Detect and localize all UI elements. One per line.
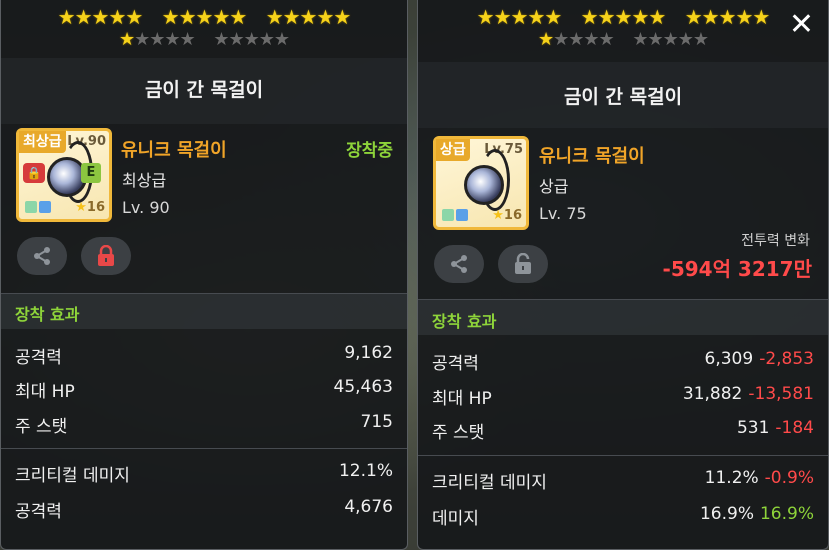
stat-value-group: 531 -184 [737,418,814,438]
stat-name: 공격력 [15,502,62,522]
stat-name: 크리티컬 데미지 [15,466,130,486]
stat-name: 최대 HP [15,382,75,402]
stat-diff: -2,853 [759,349,814,369]
item-type: 유니크 목걸이 [539,146,645,167]
star-icon: ★ [75,200,87,215]
lock-icon [98,245,114,266]
lock-button[interactable] [81,237,131,275]
combat-power-change-label: 전투력 변화 [741,233,810,249]
stat-value-group: 31,882 -13,581 [683,384,814,404]
equipped-e-badge: E [81,163,101,183]
equipped-item-tooltip: ★★★★★ ★★★★★ ★★★★★ ★★★★★ ★★★★★ 금이 간 목걸이 최… [0,0,408,550]
stat-diff: -0.9% [764,468,814,488]
stat-name: 공격력 [15,348,62,368]
unlock-icon [515,253,531,274]
close-button[interactable]: ✕ [789,10,814,40]
stat-diff: -184 [775,418,814,438]
star-group-4: ★★★★★ [537,29,615,50]
stat-value-group: 16.9% 16.9% [700,504,814,524]
star-group-2: ★★★★★ [580,5,667,29]
share-icon [451,255,467,273]
starforce-stars-row-1: ★★★★★ ★★★★★ ★★★★★ [1,7,407,27]
star-group-2: ★★★★★ [161,5,248,29]
item-level: Lv. 90 [122,198,170,217]
necklace-pendant-art [464,165,504,205]
stat-row: 크리티컬 데미지 12.1% [15,461,393,487]
item-grade: 상급 [539,177,569,196]
item-grade: 최상급 [122,171,167,190]
starforce-stars-row-2: ★★★★★ ★★★★★ [1,31,407,49]
star-group-5: ★★★★★ [632,29,709,50]
section-equip-effect: 장착 효과 [432,312,497,331]
star-group-1: ★★★★★ [476,5,563,29]
item-icon: 상급 Lv.75 ★16 [433,136,529,230]
star-group-4: ★★★★★ [118,29,196,50]
stat-row: 공격력 4,676 [15,497,393,523]
stat-row: 공격력 6,309 -2,853 [432,349,814,375]
potential-gem-icon [442,209,454,221]
grade-tag: 상급 [436,139,470,161]
stat-value: 45,463 [333,377,393,397]
stat-value: 11.2% [704,468,759,488]
stat-name: 최대 HP [432,389,492,409]
divider [418,455,828,456]
star-group-1: ★★★★★ [57,5,144,29]
locked-icon: 🔒 [23,163,45,183]
stat-value: 12.1% [338,461,393,481]
stat-value: 9,162 [344,343,393,363]
stat-row: 최대 HP 45,463 [15,377,393,403]
stat-name: 주 스탯 [432,423,485,443]
stat-value: 6,309 [704,349,754,369]
starforce-badge: ★16 [75,200,105,215]
stat-value-group: 11.2% -0.9% [705,468,814,488]
stat-diff: -13,581 [748,384,814,404]
share-button[interactable] [17,237,67,275]
section-equip-effect: 장착 효과 [15,305,80,324]
item-type: 유니크 목걸이 [121,140,227,161]
stat-value-group: 6,309 -2,853 [705,349,814,369]
star-group-5: ★★★★★ [213,29,290,50]
item-name-title: 금이 간 목걸이 [563,86,683,108]
item-level: Lv. 75 [539,204,587,223]
item-name-title: 금이 간 목걸이 [144,79,264,101]
grade-tag: 최상급 [19,131,66,153]
star-icon: ★ [492,208,504,223]
item-icon: 최상급 Lv.90 🔒 E ★16 [16,128,112,222]
stat-row: 최대 HP 31,882 -13,581 [432,384,814,410]
stat-value: 715 [360,412,393,432]
additional-gem-icon [39,201,51,213]
starforce-stars-row-2: ★★★★★ ★★★★★ [418,31,828,49]
stat-row: 데미지 16.9% 16.9% [432,504,814,530]
additional-gem-icon [456,209,468,221]
potential-gem-icon [25,201,37,213]
stat-diff: 16.9% [759,504,814,524]
share-button[interactable] [434,245,484,283]
divider [1,448,407,449]
share-icon [34,247,50,265]
stat-value: 31,882 [682,384,743,404]
stat-row: 공격력 9,162 [15,343,393,369]
starforce-badge: ★16 [492,208,522,223]
stat-name: 데미지 [432,509,479,529]
stat-row: 주 스탯 531 -184 [432,418,814,444]
unlock-button[interactable] [498,245,548,283]
star-group-3: ★★★★★ [265,5,352,29]
equipped-status: 장착중 [346,141,393,161]
stat-name: 주 스탯 [15,417,68,437]
stat-row: 크리티컬 데미지 11.2% -0.9% [432,468,814,494]
compare-item-tooltip: ★★★★★ ★★★★★ ★★★★★ ★★★★★ ★★★★★ ✕ 금이 간 목걸이… [417,0,829,550]
stat-value: 531 [736,418,770,438]
stat-row: 주 스탯 715 [15,412,393,438]
stat-value: 4,676 [344,497,393,517]
star-group-3: ★★★★★ [684,5,771,29]
stat-name: 크리티컬 데미지 [432,473,547,493]
stat-name: 공격력 [432,354,479,374]
starforce-stars-row-1: ★★★★★ ★★★★★ ★★★★★ [418,7,828,27]
combat-power-change-value: -594억 3217만 [662,257,812,281]
stat-value: 16.9% [699,504,754,524]
